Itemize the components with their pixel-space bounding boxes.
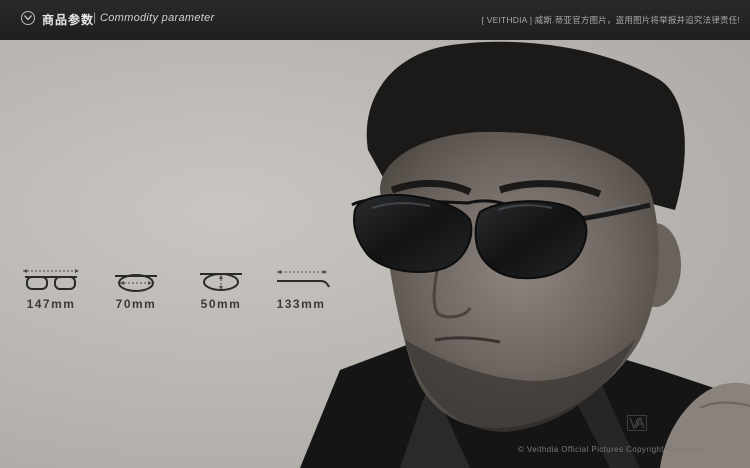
section-title: 商品参数 (42, 13, 95, 27)
frame-width-icon (23, 269, 79, 290)
section-subtitle: Commodity parameter (100, 12, 215, 24)
frame-width-label: 147mm (26, 297, 76, 311)
lens-height-icon (200, 273, 242, 291)
temple-length-icon (277, 270, 330, 288)
measurement-frame-width: 147mm (16, 267, 86, 311)
measurement-temple-length: 133mm (266, 267, 336, 311)
lens-height-label: 50mm (200, 297, 242, 311)
lens-width-label: 70mm (115, 297, 157, 311)
header-bar: 商品参数 | Commodity parameter [ VEITHDIA ] … (0, 0, 750, 40)
model-wearing-sunglasses-image (300, 41, 750, 468)
chevron-down-icon (21, 11, 35, 25)
copyright-notice: [ VEITHDIA ] 威斯.蒂亚官方图片，盗用图片将举报并追究法律责任! (481, 15, 740, 25)
title-separator: | (93, 10, 97, 24)
lens-width-icon (115, 274, 157, 292)
measurement-lens-height: 50mm (186, 267, 256, 311)
measurement-lens-width: 70mm (101, 267, 171, 311)
brand-logo (627, 415, 647, 431)
photo-copyright: © Veithdia Official Pictures Copyright R… (518, 445, 704, 454)
temple-length-label: 133mm (276, 297, 326, 311)
product-photo: 147mm 70mm 50mm 133mm (0, 40, 750, 468)
